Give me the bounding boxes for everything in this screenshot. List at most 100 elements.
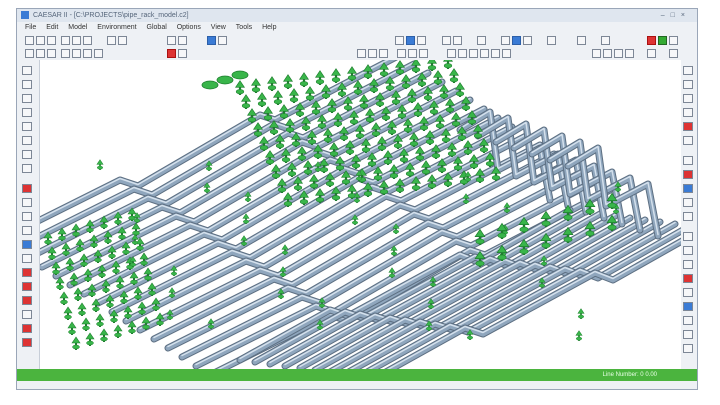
diameters-icon[interactable]: [683, 108, 693, 117]
rotate-icon[interactable]: [167, 36, 176, 45]
tee-icon[interactable]: [22, 136, 32, 145]
loads-display-icon[interactable]: [683, 170, 693, 179]
export-image-icon[interactable]: [625, 49, 634, 58]
zoom-window-icon[interactable]: [178, 49, 187, 58]
restraint-symbol[interactable]: [67, 321, 77, 335]
displacement-icon[interactable]: [22, 198, 32, 207]
restraint-symbol[interactable]: [266, 76, 278, 91]
render-icon[interactable]: [178, 36, 187, 45]
restraint-symbol[interactable]: [71, 336, 81, 350]
anchor-icon[interactable]: [477, 36, 486, 45]
menu-help[interactable]: Help: [262, 24, 276, 31]
restraints-display-icon[interactable]: [683, 122, 693, 131]
restraint-symbol[interactable]: [330, 68, 342, 83]
restraint-symbol[interactable]: [77, 302, 87, 316]
properties-icon[interactable]: [683, 66, 693, 75]
menu-environment[interactable]: Environment: [97, 24, 136, 31]
list-icon[interactable]: [601, 36, 610, 45]
restraint-symbol[interactable]: [81, 317, 91, 331]
filter-icon[interactable]: [442, 36, 451, 45]
restraint-symbol[interactable]: [168, 287, 176, 298]
light-icon[interactable]: [592, 49, 601, 58]
wireframe-icon[interactable]: [669, 36, 678, 45]
double-line-icon[interactable]: [458, 49, 467, 58]
restraint-symbol[interactable]: [135, 237, 145, 251]
view-front-icon[interactable]: [36, 49, 45, 58]
delete-icon[interactable]: [647, 36, 656, 45]
menu-options[interactable]: Options: [177, 24, 201, 31]
nozzle-fitting[interactable]: [201, 80, 219, 90]
pan-icon[interactable]: [118, 36, 127, 45]
density-icon[interactable]: [683, 260, 693, 269]
camera-icon[interactable]: [603, 49, 612, 58]
bend-icon[interactable]: [22, 80, 32, 89]
restraint-symbol[interactable]: [432, 70, 444, 85]
restraint-symbol[interactable]: [85, 332, 95, 346]
pointer-icon[interactable]: [406, 36, 415, 45]
restraint-symbol[interactable]: [448, 68, 460, 83]
pan-view-icon[interactable]: [408, 49, 417, 58]
uniform-load-icon[interactable]: [22, 226, 32, 235]
hanger-icon[interactable]: [22, 164, 32, 173]
spin-icon[interactable]: [419, 49, 428, 58]
restraint-symbol[interactable]: [63, 306, 73, 320]
corrosion-icon[interactable]: [683, 246, 693, 255]
restraint-symbol[interactable]: [113, 324, 123, 338]
view-top-icon[interactable]: [47, 49, 56, 58]
wind-icon[interactable]: [22, 240, 32, 249]
restraint-symbol[interactable]: [288, 88, 300, 103]
force-icon[interactable]: [22, 212, 32, 221]
save-icon[interactable]: [47, 36, 56, 45]
view-iso-icon[interactable]: [25, 49, 34, 58]
element-icon[interactable]: [512, 36, 521, 45]
restraint-symbol[interactable]: [314, 70, 326, 85]
view-back-icon[interactable]: [72, 49, 81, 58]
undo-icon[interactable]: [72, 36, 81, 45]
menu-tools[interactable]: Tools: [236, 24, 252, 31]
code-icon[interactable]: [683, 288, 693, 297]
select-icon[interactable]: [395, 36, 404, 45]
paint-icon[interactable]: [167, 49, 176, 58]
print-icon[interactable]: [61, 36, 70, 45]
node-icon[interactable]: [501, 36, 510, 45]
restraint-icon[interactable]: [658, 36, 667, 45]
materials-display-icon[interactable]: [683, 184, 693, 193]
color-icon[interactable]: [207, 36, 216, 45]
snapshot-icon[interactable]: [614, 49, 623, 58]
zoom-in-icon[interactable]: [368, 49, 377, 58]
restraint-symbol[interactable]: [346, 66, 358, 81]
material-icon[interactable]: [22, 310, 32, 319]
wave-icon[interactable]: [683, 302, 693, 311]
expansion-joint-icon[interactable]: [22, 150, 32, 159]
view-side-icon[interactable]: [61, 49, 70, 58]
anchors-display-icon[interactable]: [683, 136, 693, 145]
redo-icon[interactable]: [83, 36, 92, 45]
menu-edit[interactable]: Edit: [46, 24, 58, 31]
zoom-out-icon[interactable]: [379, 49, 388, 58]
insulation-icon[interactable]: [683, 232, 693, 241]
open-icon[interactable]: [36, 36, 45, 45]
restraint-symbol[interactable]: [408, 132, 420, 147]
hidden-line-icon[interactable]: [491, 49, 500, 58]
run-analysis-icon[interactable]: [22, 338, 32, 347]
print-preview-icon[interactable]: [218, 36, 227, 45]
node-numbers-icon[interactable]: [683, 80, 693, 89]
restraint-symbol[interactable]: [426, 60, 438, 71]
settings-icon[interactable]: [669, 49, 678, 58]
restraint-symbol[interactable]: [99, 328, 109, 342]
flange-check-icon[interactable]: [683, 316, 693, 325]
menu-global[interactable]: Global: [147, 24, 167, 31]
allowable-icon[interactable]: [22, 296, 32, 305]
pipe-model-3d-view[interactable]: [40, 60, 681, 370]
new-icon[interactable]: [25, 36, 34, 45]
hide-icon[interactable]: [577, 36, 586, 45]
sif-icon[interactable]: [22, 282, 32, 291]
restraint-symbol[interactable]: [61, 242, 71, 256]
menu-model[interactable]: Model: [68, 24, 87, 31]
reducer-icon[interactable]: [22, 122, 32, 131]
break-icon[interactable]: [22, 66, 32, 75]
structure-icon[interactable]: [683, 344, 693, 353]
restraint-symbol[interactable]: [133, 286, 143, 300]
flange-icon[interactable]: [22, 108, 32, 117]
hangers-display-icon[interactable]: [683, 156, 693, 165]
